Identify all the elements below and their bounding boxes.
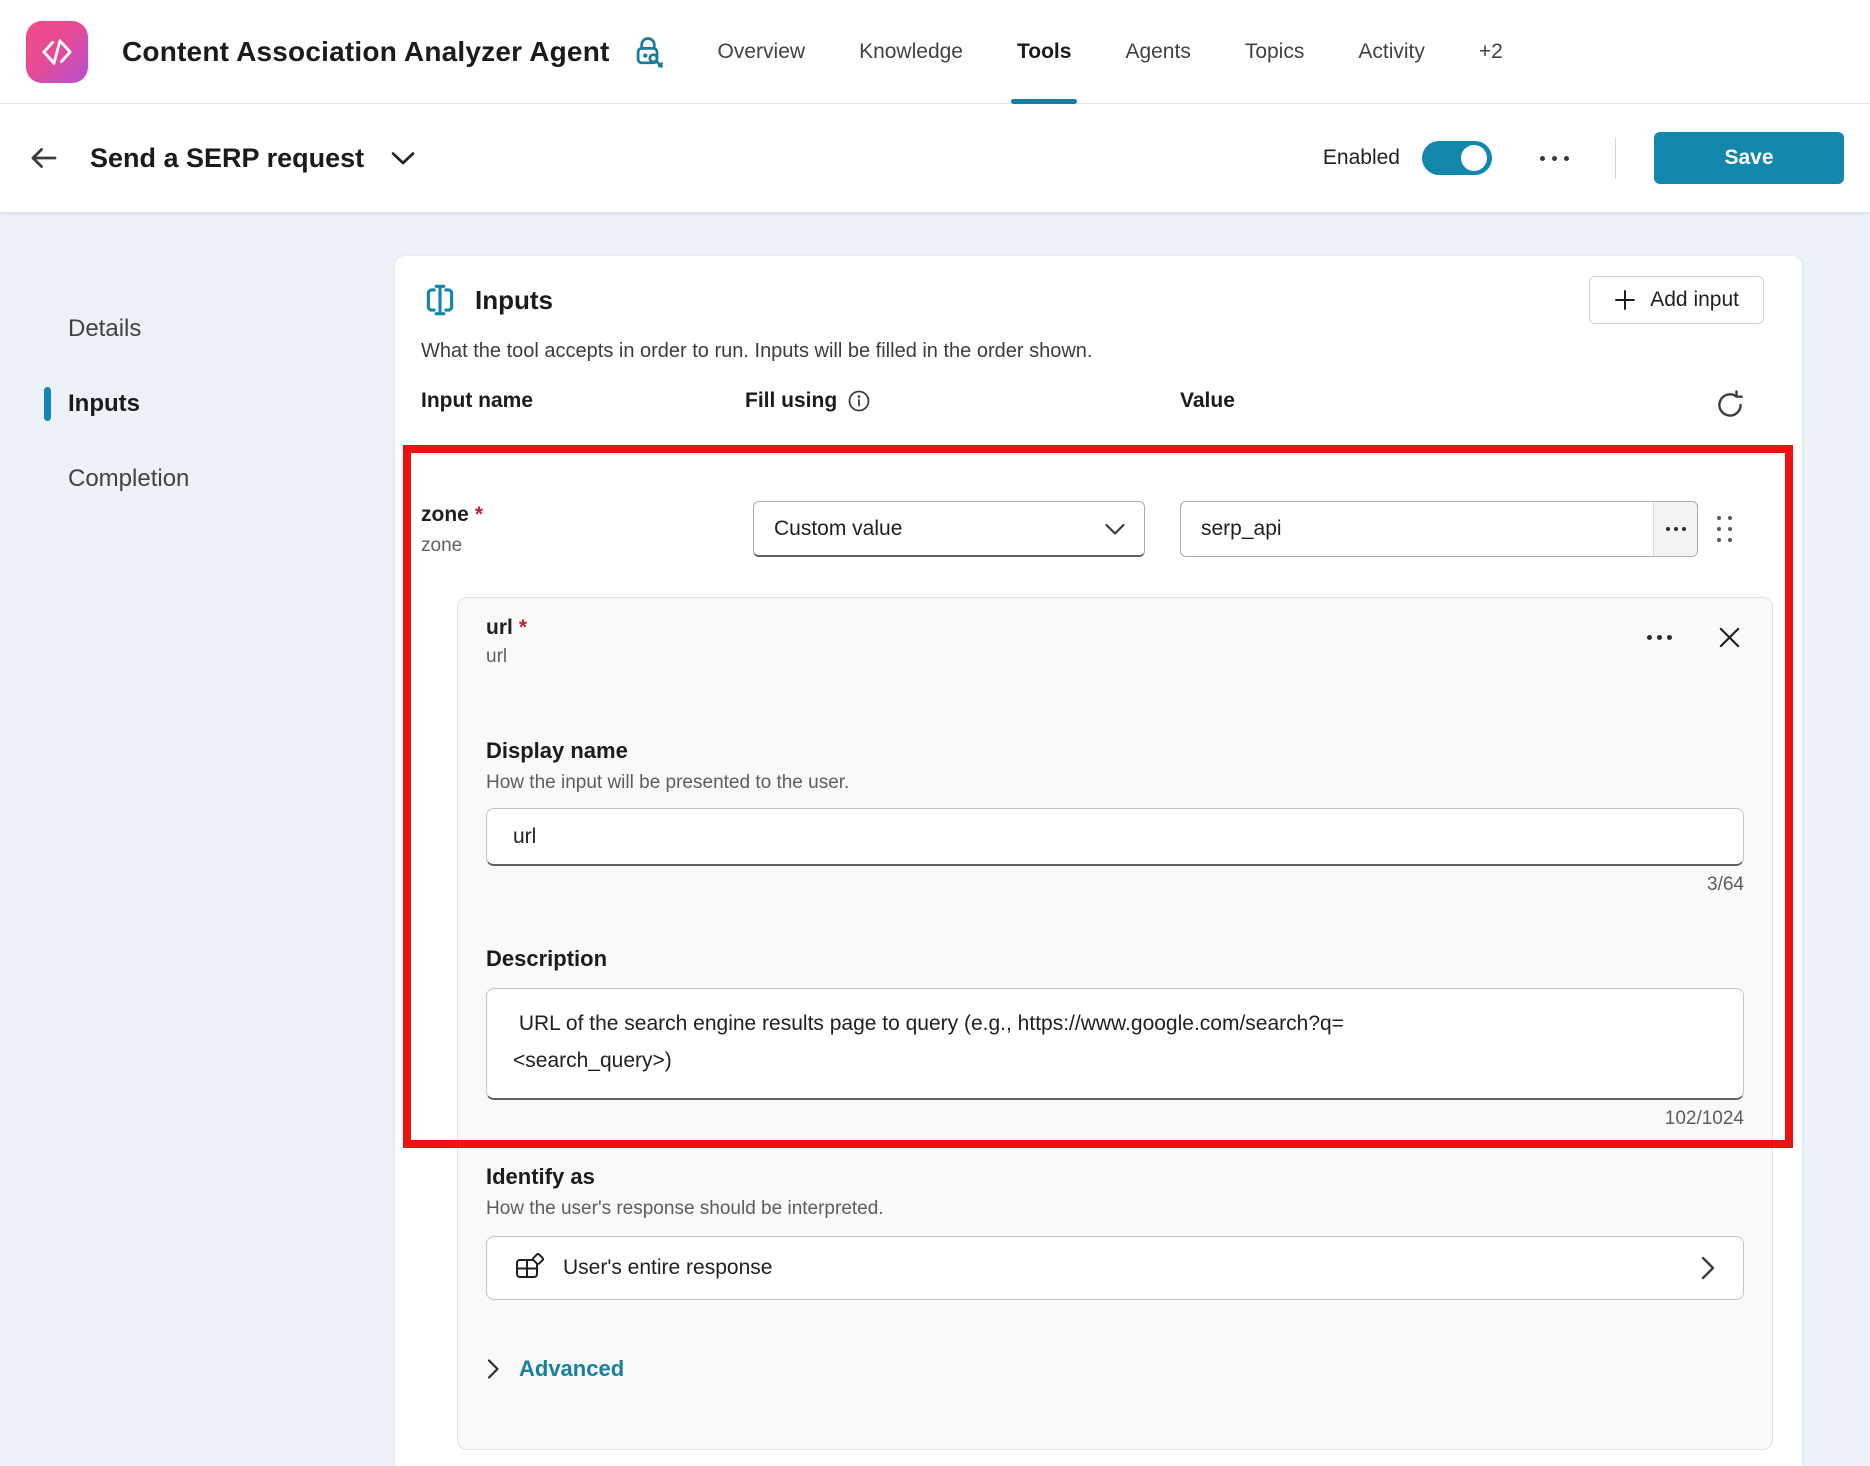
add-input-label: Add input <box>1650 288 1739 312</box>
add-input-button[interactable]: Add input <box>1589 276 1764 324</box>
tool-toolbar: Send a SERP request Enabled Save <box>0 104 1870 213</box>
info-icon[interactable] <box>847 389 871 413</box>
close-icon <box>1716 624 1743 651</box>
sidebar-item-completion[interactable]: Completion <box>0 441 395 516</box>
tab-activity[interactable]: Activity <box>1358 0 1425 104</box>
chevron-right-icon <box>486 1358 501 1380</box>
chevron-down-icon <box>390 150 416 166</box>
zone-value-text: serp_api <box>1201 517 1282 541</box>
description-label: Description <box>486 946 1744 972</box>
display-name-label: Display name <box>486 738 1744 764</box>
tab-knowledge[interactable]: Knowledge <box>859 0 963 104</box>
form-response-icon <box>513 1252 545 1284</box>
enabled-toggle[interactable] <box>1422 141 1492 175</box>
advanced-expander[interactable]: Advanced <box>486 1356 1744 1382</box>
identify-as-picker[interactable]: User's entire response <box>486 1236 1744 1300</box>
input-row-zone: zone * zone Custom value serp_api <box>421 501 1764 561</box>
tab-topics[interactable]: Topics <box>1245 0 1305 104</box>
refresh-button[interactable] <box>1712 387 1748 423</box>
back-arrow-icon <box>27 142 59 174</box>
column-fill-using: Fill using <box>745 389 871 413</box>
refresh-icon <box>1714 389 1746 421</box>
section-subtitle: What the tool accepts in order to run. I… <box>421 340 1776 363</box>
advanced-label: Advanced <box>519 1356 624 1382</box>
back-button[interactable] <box>26 141 60 175</box>
url-panel-actions <box>1641 622 1744 652</box>
page-title: Send a SERP request <box>90 143 364 174</box>
fill-using-selected-value: Custom value <box>774 517 902 541</box>
inputs-table-header: Input name Fill using Value <box>421 389 1764 423</box>
sidebar-item-inputs[interactable]: Inputs <box>0 366 395 441</box>
description-textarea[interactable]: URL of the search engine results page to… <box>486 988 1744 1100</box>
tab-overview[interactable]: Overview <box>718 0 806 104</box>
toggle-knob <box>1461 145 1487 171</box>
url-panel-header: url * url <box>486 616 1744 688</box>
identify-as-subtitle: How the user's response should be interp… <box>486 1198 1744 1220</box>
enabled-label: Enabled <box>1323 146 1400 170</box>
column-value: Value <box>1180 389 1235 413</box>
chevron-right-icon <box>1699 1255 1717 1281</box>
identify-as-label: Identify as <box>486 1164 1744 1190</box>
drag-handle[interactable] <box>1713 512 1736 546</box>
display-name-value: url <box>513 825 536 849</box>
zone-value-input[interactable]: serp_api <box>1180 501 1698 557</box>
url-name: url <box>486 616 513 639</box>
chevron-down-icon <box>1104 522 1126 536</box>
more-options-button[interactable] <box>1534 150 1575 167</box>
plus-icon <box>1614 289 1636 311</box>
toolbar-divider <box>1615 137 1616 179</box>
url-more-button[interactable] <box>1641 629 1678 646</box>
display-name-subtitle: How the input will be presented to the u… <box>486 772 1744 794</box>
column-fill-using-label: Fill using <box>745 389 837 413</box>
app-title: Content Association Analyzer Agent <box>122 36 610 68</box>
tab-tools[interactable]: Tools <box>1017 0 1071 104</box>
required-asterisk: * <box>475 503 483 526</box>
display-name-input[interactable]: url <box>486 808 1744 866</box>
column-input-name: Input name <box>421 389 533 413</box>
required-asterisk: * <box>519 616 527 639</box>
identify-as-value: User's entire response <box>563 1256 772 1280</box>
app-header: Content Association Analyzer Agent Overv… <box>0 0 1870 104</box>
tool-sidebar: Details Inputs Completion <box>0 213 395 516</box>
zone-name: zone <box>421 503 469 526</box>
tool-switcher-dropdown[interactable] <box>390 150 416 166</box>
input-brackets-icon <box>421 281 459 319</box>
section-title: Inputs <box>475 285 553 316</box>
input-name-url: url * <box>486 616 1744 640</box>
input-subname-zone: zone <box>421 535 462 557</box>
input-subname-url: url <box>486 646 1744 668</box>
inputs-card-header: Inputs Add input <box>421 276 1764 324</box>
save-button[interactable]: Save <box>1654 132 1844 184</box>
code-icon <box>36 31 78 73</box>
inputs-card: Inputs Add input What the tool accepts i… <box>395 256 1802 1466</box>
lock-key-icon <box>630 34 666 70</box>
description-counter: 102/1024 <box>486 1108 1744 1132</box>
display-name-counter: 3/64 <box>486 874 1744 898</box>
value-more-button[interactable] <box>1653 502 1697 556</box>
fill-using-select[interactable]: Custom value <box>753 501 1145 557</box>
url-delete-button[interactable] <box>1714 622 1744 652</box>
input-name-zone: zone * <box>421 503 483 527</box>
agent-logo <box>26 21 88 83</box>
tab-agents[interactable]: Agents <box>1125 0 1190 104</box>
tab-overflow[interactable]: +2 <box>1479 0 1503 104</box>
agent-tab-bar: Overview Knowledge Tools Agents Topics A… <box>718 0 1503 104</box>
sidebar-item-details[interactable]: Details <box>0 291 395 366</box>
input-panel-url: url * url Display name How the input will… <box>457 597 1773 1450</box>
